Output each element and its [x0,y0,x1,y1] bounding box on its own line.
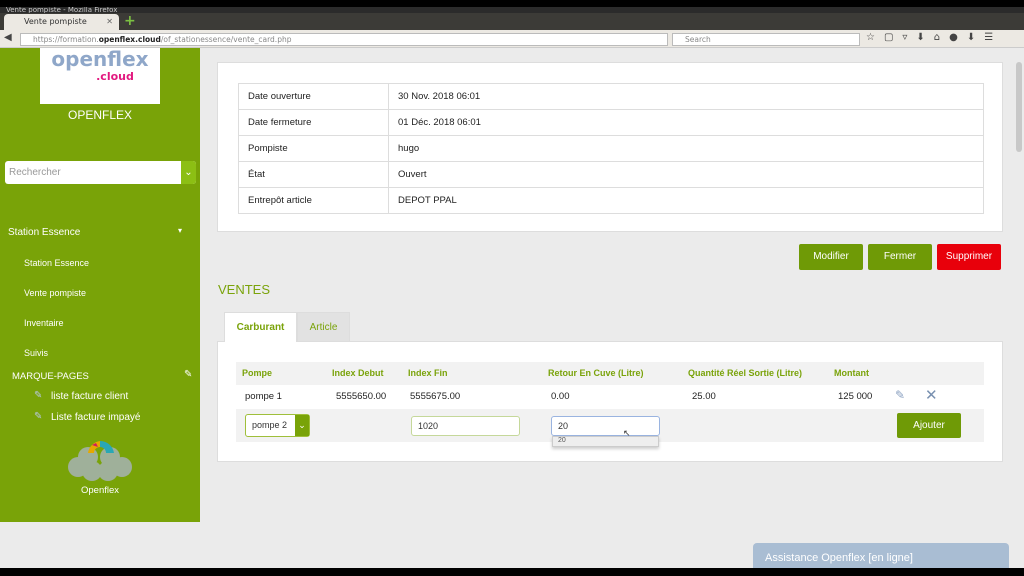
bookmark-icon: ✎ [34,411,43,422]
browser-search[interactable]: Search [672,33,860,46]
scrollbar[interactable] [1016,62,1022,152]
caret-down-icon[interactable]: ▾ [178,226,182,235]
column-header: Index Fin [408,368,448,378]
retour-cuve-input[interactable]: 20 [551,416,660,436]
section-title: VENTES [218,282,271,297]
search-placeholder: Rechercher [9,167,61,178]
info-label: État [238,161,389,188]
cell-index-fin: 5555675.00 [410,391,461,402]
info-value: 01 Déc. 2018 06:01 [388,109,984,136]
cell-quantite: 25.00 [692,391,716,402]
brand-name: OPENFLEX [67,108,133,122]
column-header: Retour En Cuve (Litre) [548,368,644,378]
url-path: /of_stationessence/vente_card.php [160,35,292,44]
info-card: Date ouverture 30 Nov. 2018 06:01 Date fe… [217,62,1003,232]
browser-tab[interactable]: Vente pompiste ✕ [4,14,119,30]
pompe-select[interactable]: pompe 2 ⌄ [245,414,310,437]
bookmark-facture-impaye[interactable]: Liste facture impayé [51,412,141,423]
table-row: Date ouverture 30 Nov. 2018 06:01 [238,83,984,110]
autocomplete-option[interactable]: 20 [552,436,659,447]
tab-carburant[interactable]: Carburant [224,312,297,342]
column-header: Pompe [242,368,273,378]
delete-x-icon[interactable]: ✕ [925,386,938,404]
cell-pompe: pompe 1 [245,391,282,402]
cell-index-debut: 5555650.00 [336,391,387,402]
add-button[interactable]: Ajouter [897,413,961,438]
delete-button[interactable]: Supprimer [937,244,1001,270]
info-value: Ouvert [388,161,984,188]
screen-border [0,0,1024,7]
chevron-down-icon[interactable]: ⌄ [181,161,196,184]
logo: openflex .cloud [40,48,160,104]
info-table: Date ouverture 30 Nov. 2018 06:01 Date fe… [238,83,984,214]
info-label: Entrepôt article [238,187,389,214]
url-bar[interactable]: https://formation.openflex.cloud/of_stat… [20,33,668,46]
tab-article[interactable]: Article [297,312,350,342]
info-label: Pompiste [238,135,389,162]
mouse-cursor-icon: ↖ [623,429,631,439]
info-value: DEPOT PPAL [388,187,984,214]
tab-bar [0,13,1024,30]
table-row: Pompiste hugo [238,135,984,162]
cell-montant: 125 000 [838,391,873,402]
modify-button[interactable]: Modifier [799,244,863,270]
table-row: État Ouvert [238,161,984,188]
sidebar-item-station-essence[interactable]: Station Essence [24,258,89,268]
back-icon[interactable]: ◀ [4,32,12,43]
bookmark-icon: ✎ [34,390,43,401]
logo-sub: .cloud [96,70,134,83]
edit-pencil-icon[interactable]: ✎ [895,388,905,402]
sidebar-item-inventaire[interactable]: Inventaire [24,318,64,328]
sidebar-search-input[interactable]: Rechercher ⌄ [5,161,196,184]
column-header: Quantité Réel Sortie (Litre) [688,368,803,378]
tab-title: Vente pompiste [24,17,87,26]
table-row: Entrepôt article DEPOT PPAL [238,187,984,214]
url-domain: openflex.cloud [98,35,161,44]
sidebar-item-vente-pompiste[interactable]: Vente pompiste [24,288,86,298]
table-row: Date fermeture 01 Déc. 2018 06:01 [238,109,984,136]
logo-text: openflex [51,47,149,71]
column-header: Index Debut [332,368,384,378]
url-prefix: https://formation. [33,35,99,44]
bookmarks-title: MARQUE-PAGES [12,371,89,382]
bookmark-facture-client[interactable]: liste facture client [51,391,128,402]
bookmark-icon[interactable]: ✎ [184,369,192,380]
info-label: Date fermeture [238,109,389,136]
screen-border [0,568,1024,576]
chevron-down-icon[interactable]: ⌄ [295,415,309,436]
cell-retour: 0.00 [551,391,570,402]
new-tab-icon[interactable]: + [124,13,136,29]
sidebar-section-station[interactable]: Station Essence [8,227,80,238]
close-tab-icon[interactable]: ✕ [106,14,113,30]
search-placeholder: Search [685,35,711,44]
info-label: Date ouverture [238,83,389,110]
toolbar-icons[interactable]: ☆▢▿⬇⌂●⬇☰ [866,32,1002,43]
pompe-select-value: pompe 2 [252,420,288,430]
index-fin-input[interactable]: 1020 [411,416,520,436]
column-header: Montant [834,368,869,378]
footer-logo-text: Openflex [80,485,120,496]
info-value: 30 Nov. 2018 06:01 [388,83,984,110]
info-value: hugo [388,135,984,162]
openflex-cloud-logo [68,440,132,481]
close-button[interactable]: Fermer [868,244,932,270]
sidebar-item-suivis[interactable]: Suivis [24,348,48,358]
